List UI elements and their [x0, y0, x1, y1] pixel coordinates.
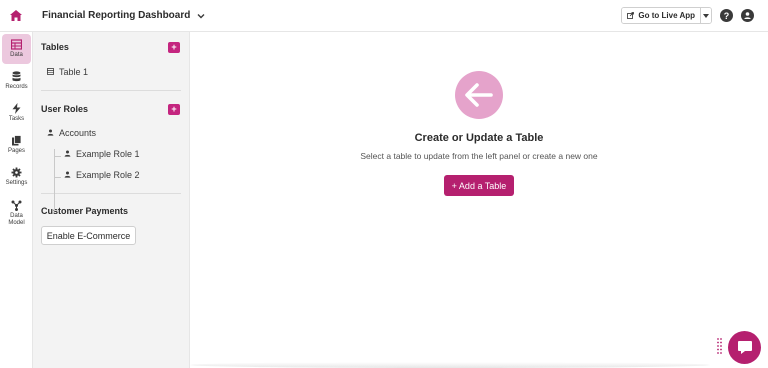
rail-item-data-model[interactable]: Data Model	[2, 194, 31, 232]
go-to-live-app-button[interactable]: Go to Live App	[622, 8, 700, 23]
role-item[interactable]: Example Role 2	[64, 168, 189, 181]
tree-connector	[54, 156, 61, 157]
rail-item-pages[interactable]: Pages	[2, 130, 31, 160]
chevron-down-icon	[197, 13, 205, 18]
nav-rail: Data Records Tasks Pages Settings Data M…	[0, 32, 33, 368]
user-roles-title: User Roles	[41, 104, 89, 114]
add-role-plus-button[interactable]: +	[168, 103, 180, 115]
user-icon	[744, 12, 751, 19]
table-icon	[47, 68, 54, 75]
app-title: Financial Reporting Dashboard	[42, 10, 191, 21]
rail-label-data: Data	[10, 52, 23, 58]
rail-label-data-model: Data Model	[8, 212, 25, 226]
rail-item-settings[interactable]: Settings	[2, 162, 31, 192]
rail-item-records[interactable]: Records	[2, 66, 31, 96]
external-link-icon	[627, 12, 635, 19]
live-app-dropdown[interactable]	[700, 8, 711, 23]
role-label: Example Role 2	[76, 169, 140, 180]
account-button[interactable]	[741, 9, 754, 22]
tables-title: Tables	[41, 42, 69, 52]
go-to-live-app-label: Go to Live App	[638, 11, 695, 20]
top-bar: Financial Reporting Dashboard Go to Live…	[0, 0, 768, 32]
caret-down-icon	[703, 13, 709, 18]
table-list-item[interactable]: Table 1	[47, 65, 189, 78]
customer-payments-section-header: Customer Payments	[33, 204, 189, 218]
user-icon	[47, 129, 54, 136]
empty-state-subtitle: Select a table to update from the left p…	[360, 151, 598, 161]
gear-icon	[11, 167, 22, 178]
user-icon	[64, 150, 71, 157]
live-app-group: Go to Live App	[621, 7, 712, 24]
user-roles-section-header: User Roles +	[33, 102, 189, 116]
rail-label-pages: Pages	[7, 148, 25, 154]
rail-label-records: Records	[5, 84, 28, 90]
database-icon	[12, 71, 21, 82]
divider	[41, 90, 181, 91]
home-button[interactable]	[0, 0, 32, 32]
main-content: Create or Update a Table Select a table …	[190, 32, 768, 368]
role-item[interactable]: Example Role 1	[64, 147, 189, 160]
chat-button[interactable]	[728, 331, 761, 364]
data-model-icon	[11, 200, 22, 211]
divider	[41, 193, 181, 194]
table-icon	[11, 39, 22, 50]
table-name: Table 1	[59, 66, 89, 77]
empty-state-badge	[455, 71, 503, 119]
tables-section-header: Tables +	[33, 40, 189, 54]
role-root-item[interactable]: Accounts	[47, 126, 189, 139]
role-root-label: Accounts	[59, 127, 97, 138]
rail-label-settings: Settings	[5, 180, 28, 186]
pages-icon	[12, 135, 22, 146]
app-title-dropdown[interactable]: Financial Reporting Dashboard	[42, 10, 206, 21]
bottom-shadow	[190, 362, 710, 368]
rail-label-tasks: Tasks	[8, 116, 25, 122]
bolt-icon	[12, 103, 21, 114]
help-button[interactable]: ?	[720, 9, 733, 22]
rail-item-tasks[interactable]: Tasks	[2, 98, 31, 128]
enable-ecommerce-button[interactable]: Enable E-Commerce	[41, 226, 136, 245]
role-label: Example Role 1	[76, 148, 140, 159]
drag-handle-icon[interactable]	[717, 338, 722, 354]
chat-icon	[737, 341, 752, 354]
user-icon	[64, 171, 71, 178]
home-icon	[10, 10, 22, 21]
empty-state-title: Create or Update a Table	[414, 132, 544, 144]
rail-item-data[interactable]: Data	[2, 34, 31, 64]
tree-connector	[54, 177, 61, 178]
tree-connector	[54, 149, 55, 211]
add-table-button[interactable]: + Add a Table	[444, 175, 514, 196]
side-panel: Tables + Table 1 User Roles + Accounts E…	[33, 32, 190, 368]
help-icon: ?	[723, 10, 730, 21]
arrow-left-icon	[465, 83, 493, 107]
add-table-plus-button[interactable]: +	[168, 41, 180, 53]
